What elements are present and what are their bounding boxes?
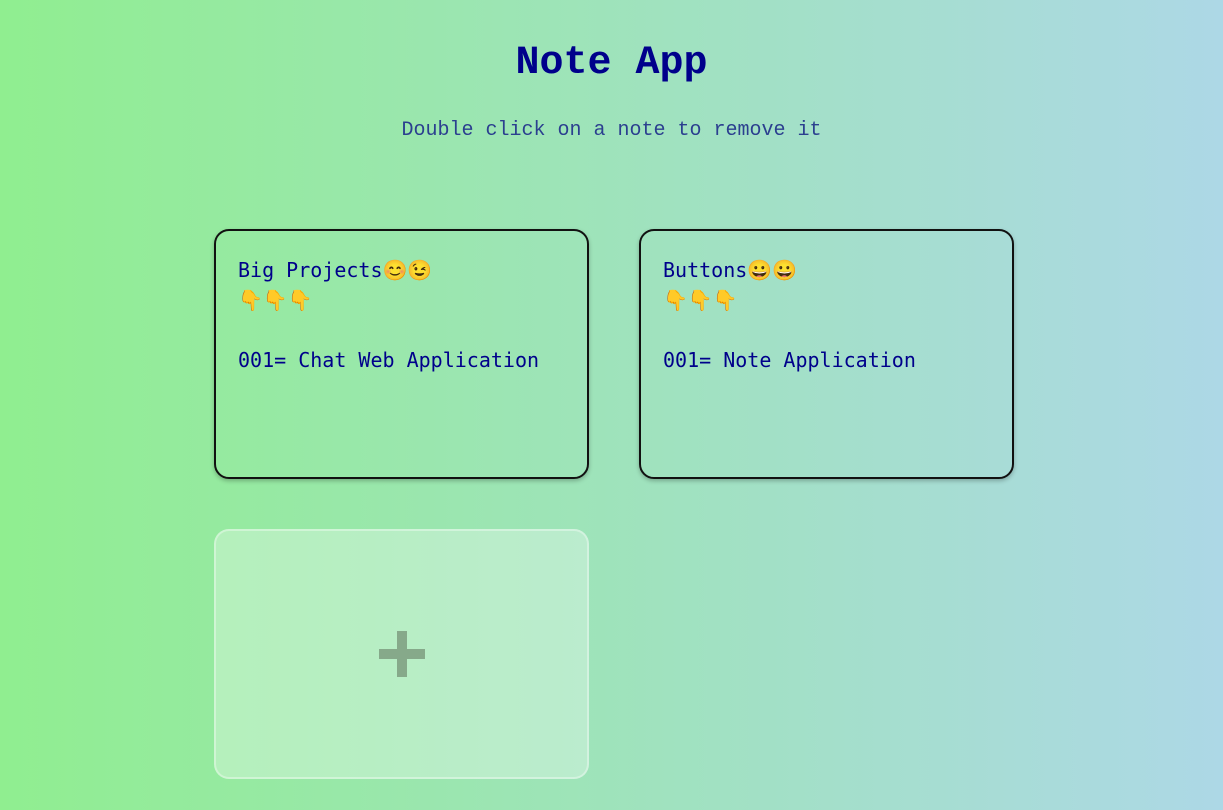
note-card[interactable]: Big Projects😊😉 👇👇👇 001= Chat Web Applica…	[214, 229, 589, 479]
page-subtitle: Double click on a note to remove it	[401, 119, 822, 142]
plus-icon	[378, 631, 425, 677]
page-title: Note App	[515, 41, 708, 86]
note-card[interactable]: Buttons😀😀 👇👇👇 001= Note Application	[639, 229, 1014, 479]
add-note-button[interactable]	[214, 529, 589, 779]
